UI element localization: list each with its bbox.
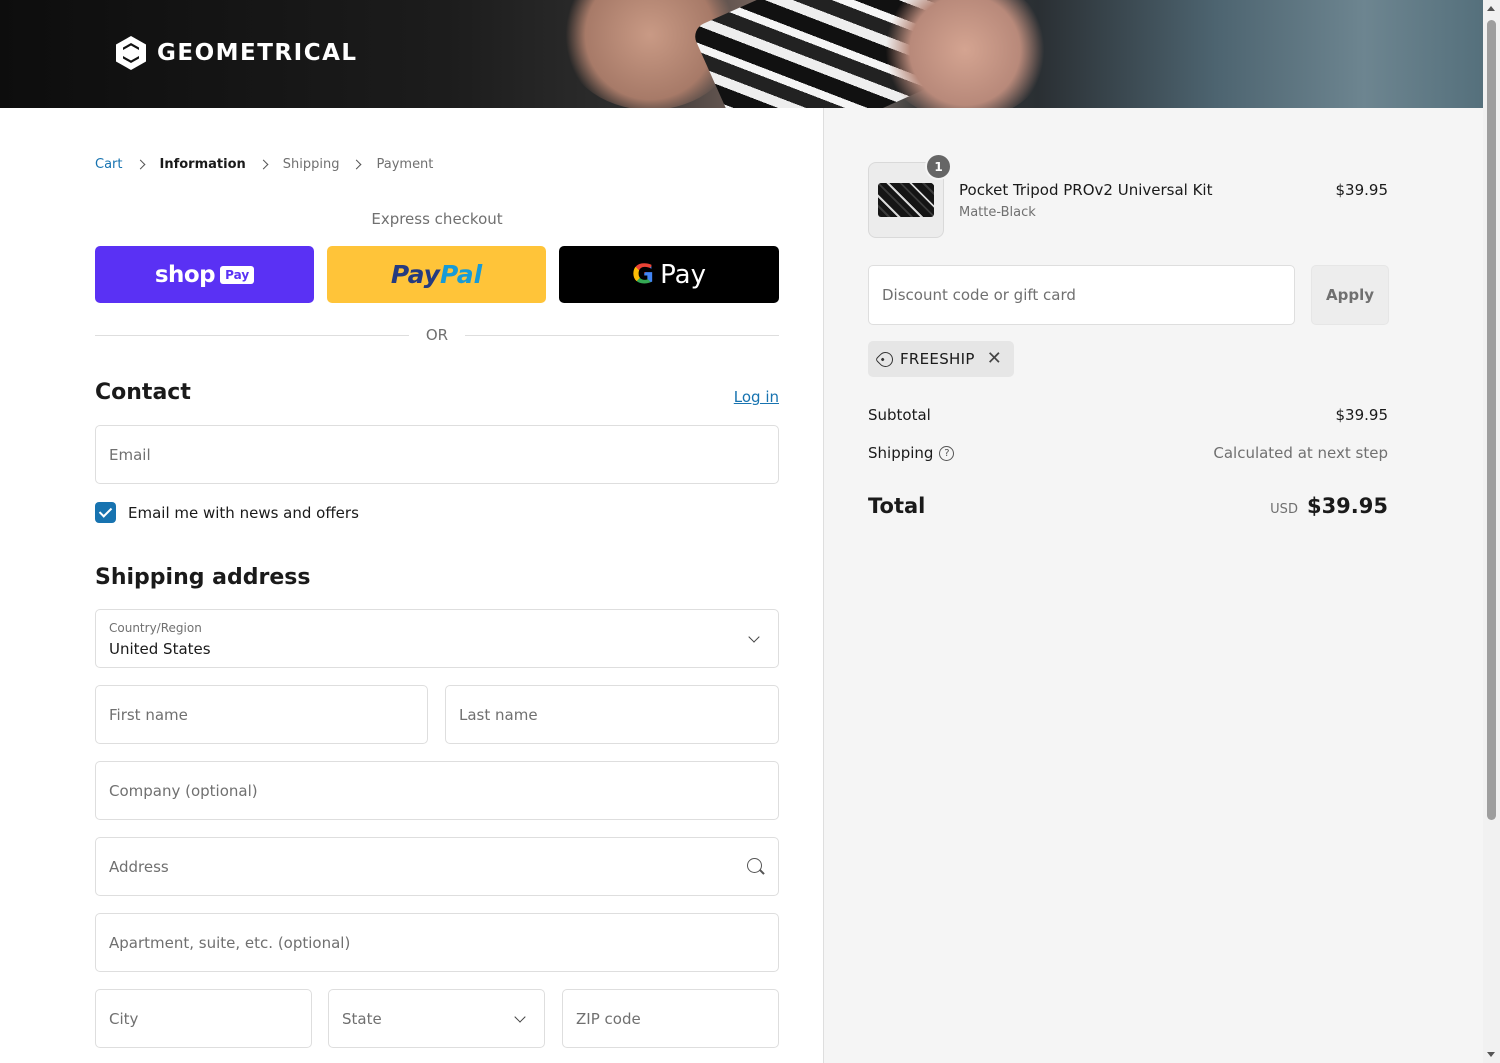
newsletter-checkbox[interactable] bbox=[95, 502, 116, 523]
chevron-right-icon bbox=[258, 159, 269, 170]
breadcrumb-information: Information bbox=[159, 157, 246, 172]
product-name: Pocket Tripod PROv2 Universal Kit bbox=[959, 181, 1213, 199]
chevron-right-icon bbox=[135, 159, 145, 170]
header-banner: GEOMETRICAL bbox=[0, 0, 1483, 108]
page-scrollbar[interactable] bbox=[1483, 0, 1500, 1063]
product-variant: Matte-Black bbox=[959, 205, 1036, 220]
newsletter-option[interactable]: Email me with news and offers bbox=[95, 502, 359, 523]
breadcrumb: Cart Information Shipping Payment bbox=[95, 157, 433, 172]
country-value: United States bbox=[109, 640, 211, 658]
apartment-field[interactable] bbox=[95, 913, 779, 972]
total-amount: USD $39.95 bbox=[1270, 494, 1388, 518]
google-pay-button[interactable]: G Pay bbox=[559, 246, 779, 303]
google-g-icon: G bbox=[631, 259, 655, 290]
applied-discount-chip: FREESHIP ✕ bbox=[868, 341, 1014, 377]
product-image bbox=[878, 183, 934, 217]
apartment-input[interactable] bbox=[96, 914, 778, 971]
breadcrumb-payment: Payment bbox=[376, 157, 434, 172]
total-label: Total bbox=[868, 494, 926, 518]
address-input[interactable] bbox=[96, 838, 778, 895]
shipping-label: Shipping bbox=[868, 444, 934, 462]
first-name-field[interactable] bbox=[95, 685, 428, 744]
shop-pay-wordmark: shop bbox=[154, 261, 216, 288]
company-input[interactable] bbox=[96, 762, 778, 819]
total-value: $39.95 bbox=[1306, 494, 1388, 518]
brand-name: GEOMETRICAL bbox=[157, 40, 358, 66]
subtotal-label: Subtotal bbox=[868, 406, 931, 424]
shipping-value: Calculated at next step bbox=[1213, 444, 1388, 462]
city-input[interactable] bbox=[96, 990, 311, 1047]
breadcrumb-cart[interactable]: Cart bbox=[95, 157, 123, 172]
shop-pay-tag: Pay bbox=[220, 265, 255, 284]
paypal-wordmark-part1: Pay bbox=[390, 260, 440, 289]
chevron-down-icon bbox=[748, 631, 760, 643]
banner-hand-right bbox=[880, 0, 1050, 108]
quantity-badge: 1 bbox=[925, 153, 952, 180]
zip-input[interactable] bbox=[563, 990, 778, 1047]
scroll-down-icon[interactable] bbox=[1487, 1052, 1495, 1057]
shipping-row-label: Shipping? bbox=[868, 444, 955, 462]
last-name-input[interactable] bbox=[446, 686, 778, 743]
first-name-input[interactable] bbox=[96, 686, 427, 743]
newsletter-label: Email me with news and offers bbox=[128, 503, 359, 522]
state-input[interactable] bbox=[329, 990, 544, 1047]
scrollbar-thumb[interactable] bbox=[1487, 20, 1496, 820]
order-summary: 1 Pocket Tripod PROv2 Universal Kit Matt… bbox=[823, 108, 1483, 1063]
login-link[interactable]: Log in bbox=[734, 388, 779, 406]
state-select[interactable] bbox=[328, 989, 545, 1048]
or-line-right bbox=[465, 335, 779, 336]
brand-logo[interactable]: GEOMETRICAL bbox=[113, 35, 358, 71]
city-field[interactable] bbox=[95, 989, 312, 1048]
tag-icon bbox=[874, 348, 897, 370]
country-select[interactable]: Country/Region United States bbox=[95, 609, 779, 668]
geometrical-logo-icon bbox=[116, 36, 146, 70]
total-currency: USD bbox=[1270, 502, 1298, 517]
email-field[interactable] bbox=[95, 425, 779, 484]
last-name-field[interactable] bbox=[445, 685, 779, 744]
help-circle-icon[interactable]: ? bbox=[939, 446, 955, 461]
country-label: Country/Region bbox=[109, 621, 202, 635]
paypal-button[interactable]: Pay Pal bbox=[327, 246, 546, 303]
discount-field[interactable] bbox=[868, 265, 1295, 325]
chevron-right-icon bbox=[352, 159, 362, 170]
shipping-address-title: Shipping address bbox=[95, 565, 311, 590]
or-divider: OR bbox=[95, 326, 779, 346]
zip-field[interactable] bbox=[562, 989, 779, 1048]
shop-pay-button[interactable]: shop Pay bbox=[95, 246, 314, 303]
google-pay-word: Pay bbox=[660, 259, 706, 290]
discount-input[interactable] bbox=[869, 266, 1294, 324]
company-field[interactable] bbox=[95, 761, 779, 820]
breadcrumb-shipping: Shipping bbox=[282, 157, 340, 172]
close-icon[interactable]: ✕ bbox=[987, 350, 1002, 368]
address-field[interactable] bbox=[95, 837, 779, 896]
product-price: $39.95 bbox=[1335, 181, 1389, 199]
subtotal-value: $39.95 bbox=[1335, 406, 1389, 424]
scroll-up-icon[interactable] bbox=[1487, 6, 1495, 11]
contact-title: Contact bbox=[95, 380, 191, 405]
express-checkout-title: Express checkout bbox=[371, 210, 503, 228]
applied-code-text: FREESHIP bbox=[900, 350, 975, 368]
email-input[interactable] bbox=[96, 426, 778, 483]
paypal-wordmark-part2: Pal bbox=[439, 260, 483, 289]
apply-discount-button[interactable]: Apply bbox=[1311, 265, 1389, 325]
search-icon bbox=[747, 858, 762, 873]
